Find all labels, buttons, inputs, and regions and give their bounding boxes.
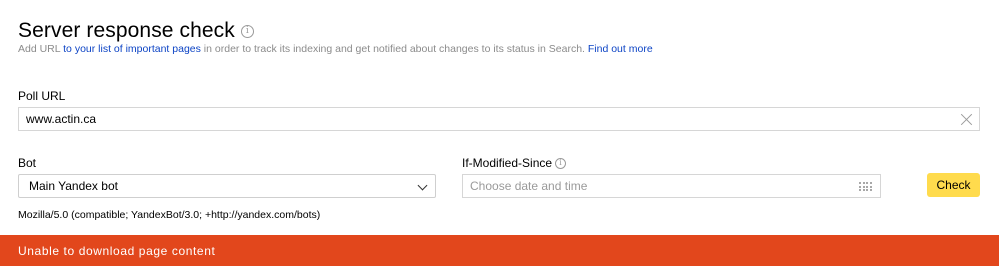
date-time-placeholder: Choose date and time <box>470 179 588 193</box>
page-title: Server response check <box>18 19 235 42</box>
poll-url-value[interactable]: www.actin.ca <box>26 112 96 126</box>
subtitle-text-middle: in order to track its indexing and get n… <box>200 43 588 55</box>
if-modified-since-label: If-Modified-Since <box>462 156 553 170</box>
find-out-more-link[interactable]: Find out more <box>588 43 653 55</box>
if-modified-since-label-row: If-Modified-Since i <box>462 156 567 170</box>
subtitle-text-prefix: Add URL <box>18 43 64 55</box>
user-agent-string: Mozilla/5.0 (compatible; YandexBot/3.0; … <box>18 209 321 221</box>
check-button[interactable]: Check <box>927 173 980 197</box>
error-banner: Unable to download page content <box>0 235 999 266</box>
clear-icon[interactable] <box>960 113 973 126</box>
page-subtitle: Add URL to your list of important pages … <box>18 43 653 55</box>
info-icon[interactable]: i <box>240 24 254 38</box>
poll-url-input[interactable]: www.actin.ca <box>18 107 980 131</box>
date-time-input[interactable]: Choose date and time <box>462 174 881 198</box>
title-row: Server response check i <box>18 19 254 43</box>
important-pages-link[interactable]: to your list of important pages <box>63 43 201 55</box>
info-icon[interactable]: i <box>555 157 567 169</box>
calendar-icon[interactable] <box>859 182 872 191</box>
bot-label: Bot <box>18 156 37 170</box>
bot-select[interactable]: Main Yandex bot <box>18 174 436 198</box>
chevron-down-icon[interactable] <box>417 180 428 191</box>
bot-select-value[interactable]: Main Yandex bot <box>29 179 118 193</box>
poll-url-label: Poll URL <box>18 89 66 103</box>
error-message: Unable to download page content <box>18 243 216 258</box>
